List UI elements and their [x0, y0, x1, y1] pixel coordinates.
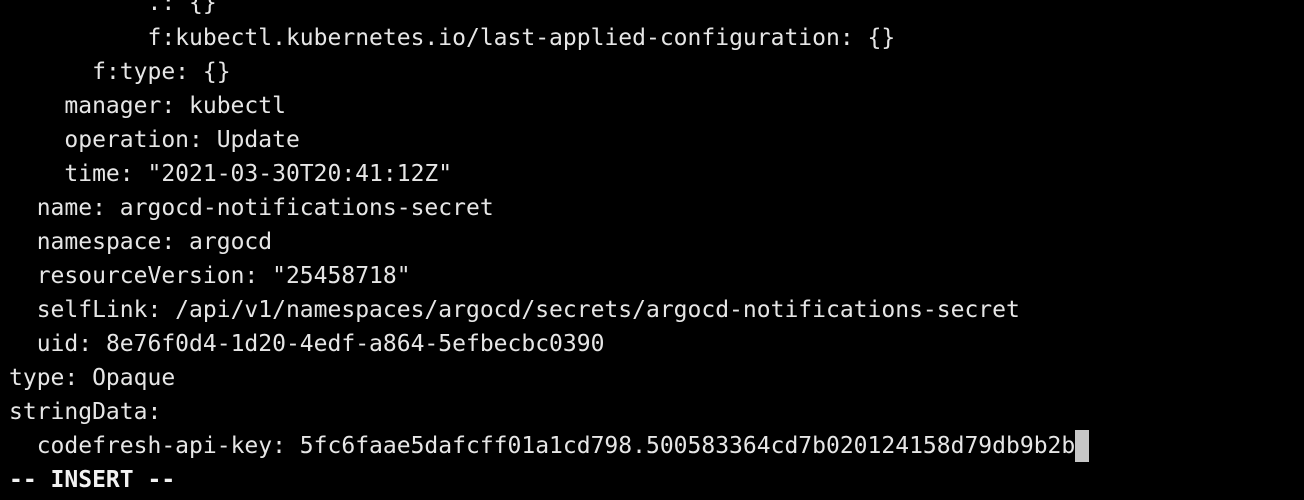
editor-line: uid: 8e76f0d4-1d20-4edf-a864-5efbecbc039… [36, 331, 605, 357]
editor-line: operation: Update [64, 127, 300, 153]
editor-line: f:kubectl.kubernetes.io/last-applied-con… [147, 25, 896, 51]
terminal-window[interactable]: .: {} f:kubectl.kubernetes.io/last-appli… [0, 0, 1304, 500]
editor-line: selfLink: /api/v1/namespaces/argocd/secr… [36, 297, 1020, 323]
editor-line: .: {} [147, 0, 217, 16]
editor-line: name: argocd-notifications-secret [36, 195, 494, 221]
editor-line: stringData: [9, 399, 162, 425]
editor-line: f:type: {} [92, 59, 231, 85]
vim-mode-indicator: -- INSERT -- [9, 467, 176, 493]
editor-line: manager: kubectl [64, 93, 286, 119]
editor-line: type: Opaque [9, 365, 176, 391]
text-cursor [1075, 430, 1090, 462]
editor-line: resourceVersion: "25458718" [36, 263, 411, 289]
editor-line: namespace: argocd [36, 229, 273, 255]
editor-line: time: "2021-03-30T20:41:12Z" [64, 161, 453, 187]
editor-line-current[interactable]: codefresh-api-key: 5fc6faae5dafcff01a1cd… [9, 429, 1090, 463]
